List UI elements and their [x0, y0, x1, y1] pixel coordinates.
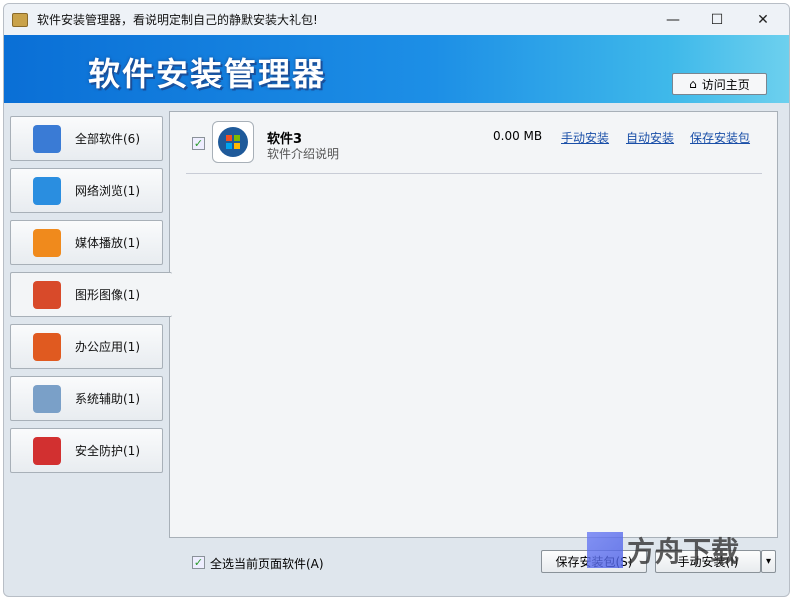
- shield-icon: [33, 436, 61, 465]
- sidebar-item[interactable]: 安全防护(1): [10, 428, 163, 473]
- software-description: 软件介绍说明: [267, 147, 340, 161]
- home-icon: ⌂: [689, 77, 697, 91]
- table-row: ✓ 软件3 软件介绍说明 0.00 MB 手动安装 自动安装 保存安装包: [186, 118, 762, 174]
- maximize-button[interactable]: ☐: [696, 4, 738, 35]
- minimize-button[interactable]: —: [652, 4, 694, 35]
- auto-install-link[interactable]: 自动安装: [626, 129, 674, 146]
- magnifier-icon: [33, 384, 61, 413]
- sidebar-item-label: 系统辅助(1): [75, 392, 140, 406]
- software-size: 0.00 MB: [493, 129, 543, 143]
- save-package-link[interactable]: 保存安装包: [690, 129, 750, 146]
- close-button[interactable]: ✕: [742, 4, 784, 35]
- visit-homepage-button[interactable]: ⌂ 访问主页: [672, 73, 767, 95]
- graphics-icon: [33, 280, 61, 309]
- sidebar-item[interactable]: 系统辅助(1): [10, 376, 163, 421]
- manual-install-link[interactable]: 手动安装: [561, 129, 609, 146]
- manual-install-button[interactable]: 手动安装(I): [655, 550, 761, 573]
- install-dropdown-button[interactable]: ▾: [761, 550, 776, 573]
- sidebar-item-label: 媒体播放(1): [75, 236, 140, 250]
- windows-icon: [33, 124, 61, 153]
- title-bar: 软件安装管理器，看说明定制自己的静默安装大礼包! — ☐ ✕: [4, 4, 789, 35]
- sidebar-item-label: 图形图像(1): [75, 288, 140, 302]
- app-logo: 软件安装管理器: [88, 55, 327, 93]
- software-checkbox[interactable]: ✓: [192, 137, 205, 150]
- sidebar-item[interactable]: 图形图像(1): [10, 272, 172, 317]
- media-player-icon: [33, 228, 61, 257]
- save-package-button[interactable]: 保存安装包(S): [541, 550, 647, 573]
- sidebar-item[interactable]: 办公应用(1): [10, 324, 163, 369]
- sidebar-item-label: 全部软件(6): [75, 132, 140, 146]
- select-all-checkbox[interactable]: ✓: [192, 556, 205, 569]
- banner: 软件安装管理器 ⌂ 访问主页: [4, 35, 789, 103]
- software-list-panel: ✓ 软件3 软件介绍说明 0.00 MB 手动安装 自动安装 保存安装包: [169, 111, 778, 538]
- sidebar-item[interactable]: 全部软件(6): [10, 116, 163, 161]
- sidebar-item-label: 网络浏览(1): [75, 184, 140, 198]
- home-button-label: 访问主页: [701, 77, 750, 92]
- office-icon: [33, 332, 61, 361]
- ie-icon: [33, 176, 61, 205]
- app-window: 软件安装管理器，看说明定制自己的静默安装大礼包! — ☐ ✕ 软件安装管理器 ⌂…: [3, 3, 790, 597]
- sidebar-item[interactable]: 媒体播放(1): [10, 220, 163, 265]
- window-title: 软件安装管理器，看说明定制自己的静默安装大礼包!: [37, 13, 318, 27]
- sidebar-item-label: 安全防护(1): [75, 444, 140, 458]
- sidebar-item[interactable]: 网络浏览(1): [10, 168, 163, 213]
- sidebar-item-label: 办公应用(1): [75, 340, 140, 354]
- windows-icon: [212, 121, 254, 163]
- select-all-label[interactable]: 全选当前页面软件(A): [210, 555, 324, 572]
- app-icon: [12, 12, 28, 27]
